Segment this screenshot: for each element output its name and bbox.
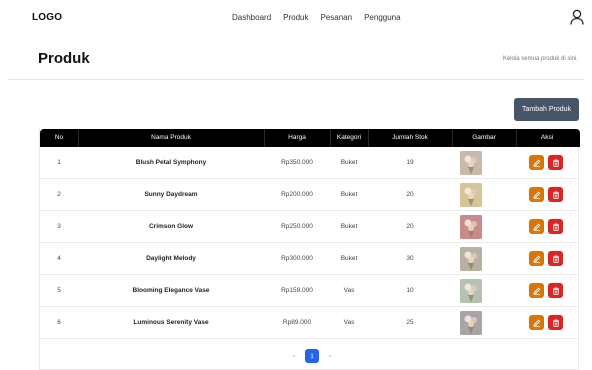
cell-product-name: Crimson Glow: [148, 223, 194, 230]
cell-price: Rp350.000: [281, 159, 313, 166]
trash-icon: [552, 191, 559, 199]
edit-button[interactable]: [529, 219, 544, 234]
cell-no: 6: [57, 319, 61, 326]
delete-button[interactable]: [548, 219, 563, 234]
page-title: Produk: [38, 50, 90, 67]
edit-button[interactable]: [529, 283, 544, 298]
edit-button[interactable]: [529, 155, 544, 170]
add-product-button[interactable]: Tambah Produk: [514, 98, 579, 121]
pagination-next-button[interactable]: ›: [323, 349, 337, 363]
cell-product-name: Daylight Melody: [146, 255, 196, 262]
cell-price: Rp159.000: [281, 287, 313, 294]
nav-link-pengguna[interactable]: Pengguna: [364, 13, 400, 22]
trash-icon: [552, 159, 559, 167]
cell-price: Rp300.000: [281, 255, 313, 262]
cell-stock: 19: [406, 159, 414, 166]
cell-category: Vas: [343, 319, 355, 326]
edit-button[interactable]: [529, 187, 544, 202]
cell-stock: 10: [406, 287, 414, 294]
trash-icon: [552, 223, 559, 231]
trash-icon: [552, 319, 559, 327]
cell-price: Rp89.000: [282, 319, 312, 326]
user-icon[interactable]: [570, 9, 584, 25]
pencil-icon: [532, 319, 540, 327]
cell-stock: 30: [406, 255, 414, 262]
pagination-page-1[interactable]: 1: [305, 349, 319, 363]
column-header-image: Gambar: [472, 134, 496, 141]
edit-button[interactable]: [529, 315, 544, 330]
cell-product-name: Sunny Daydream: [144, 191, 198, 198]
edit-button[interactable]: [529, 251, 544, 266]
column-header-price: Harga: [288, 134, 306, 141]
trash-icon: [552, 255, 559, 263]
cell-category: Vas: [343, 287, 355, 294]
column-header-name: Nama Produk: [151, 134, 191, 141]
cell-no: 2: [57, 191, 61, 198]
nav-link-produk[interactable]: Produk: [283, 13, 308, 22]
product-image: [460, 279, 482, 303]
pencil-icon: [532, 255, 540, 263]
cell-product-name: Luminous Serenity Vase: [133, 319, 209, 326]
product-image: [460, 215, 482, 239]
pagination-prev-button[interactable]: ‹: [287, 349, 301, 363]
cell-stock: 20: [406, 223, 414, 230]
delete-button[interactable]: [548, 315, 563, 330]
delete-button[interactable]: [548, 251, 563, 266]
page-subtitle: Kelola semua produk di sini.: [502, 56, 578, 62]
cell-price: Rp250.000: [281, 223, 313, 230]
table-row: 4 Daylight Melody Rp300.000 Buket 30: [40, 243, 578, 275]
pencil-icon: [532, 159, 540, 167]
nav-link-pesanan[interactable]: Pesanan: [321, 13, 353, 22]
pencil-icon: [532, 287, 540, 295]
pencil-icon: [532, 191, 540, 199]
products-table: No Nama Produk Harga Kategori Jumlah Sto…: [39, 129, 580, 370]
pagination: ‹ 1 ›: [287, 349, 337, 363]
cell-price: Rp200.000: [281, 191, 313, 198]
column-header-no: No: [54, 134, 64, 141]
product-image: [460, 151, 482, 175]
column-header-category: Kategori: [336, 134, 362, 141]
table-row: 2 Sunny Daydream Rp200.000 Buket 20: [40, 179, 578, 211]
product-image: [460, 183, 482, 207]
delete-button[interactable]: [548, 155, 563, 170]
cell-stock: 20: [406, 191, 414, 198]
column-header-stock: Jumlah Stok: [392, 134, 428, 141]
cell-no: 3: [57, 223, 61, 230]
product-image: [460, 311, 482, 335]
cell-category: Buket: [340, 191, 358, 198]
table-row: 3 Crimson Glow Rp250.000 Buket 20: [40, 211, 578, 243]
nav-links: Dashboard Produk Pesanan Pengguna: [232, 13, 401, 22]
cell-product-name: Blooming Elegance Vase: [132, 287, 210, 294]
cell-stock: 25: [406, 319, 414, 326]
cell-category: Buket: [340, 159, 358, 166]
column-header-actions: Aksi: [540, 134, 554, 141]
table-header: No Nama Produk Harga Kategori Jumlah Sto…: [40, 129, 580, 147]
page-header: Produk Kelola semua produk di sini.: [8, 44, 584, 80]
table-row: 5 Blooming Elegance Vase Rp159.000 Vas 10: [40, 275, 578, 307]
delete-button[interactable]: [548, 283, 563, 298]
cell-category: Buket: [340, 255, 358, 262]
trash-icon: [552, 287, 559, 295]
cell-no: 5: [57, 287, 61, 294]
cell-no: 1: [57, 159, 61, 166]
cell-product-name: Blush Petal Symphony: [135, 159, 207, 166]
table-row: 1 Blush Petal Symphony Rp350.000 Buket 19: [40, 147, 578, 179]
delete-button[interactable]: [548, 187, 563, 202]
cell-category: Buket: [340, 223, 358, 230]
nav-link-dashboard[interactable]: Dashboard: [232, 13, 271, 22]
logo[interactable]: LOGO: [32, 12, 62, 23]
cell-no: 4: [57, 255, 61, 262]
top-navbar: LOGO Dashboard Produk Pesanan Pengguna: [0, 0, 592, 38]
product-image: [460, 247, 482, 271]
pencil-icon: [532, 223, 540, 231]
table-row: 6 Luminous Serenity Vase Rp89.000 Vas 25: [40, 307, 578, 339]
